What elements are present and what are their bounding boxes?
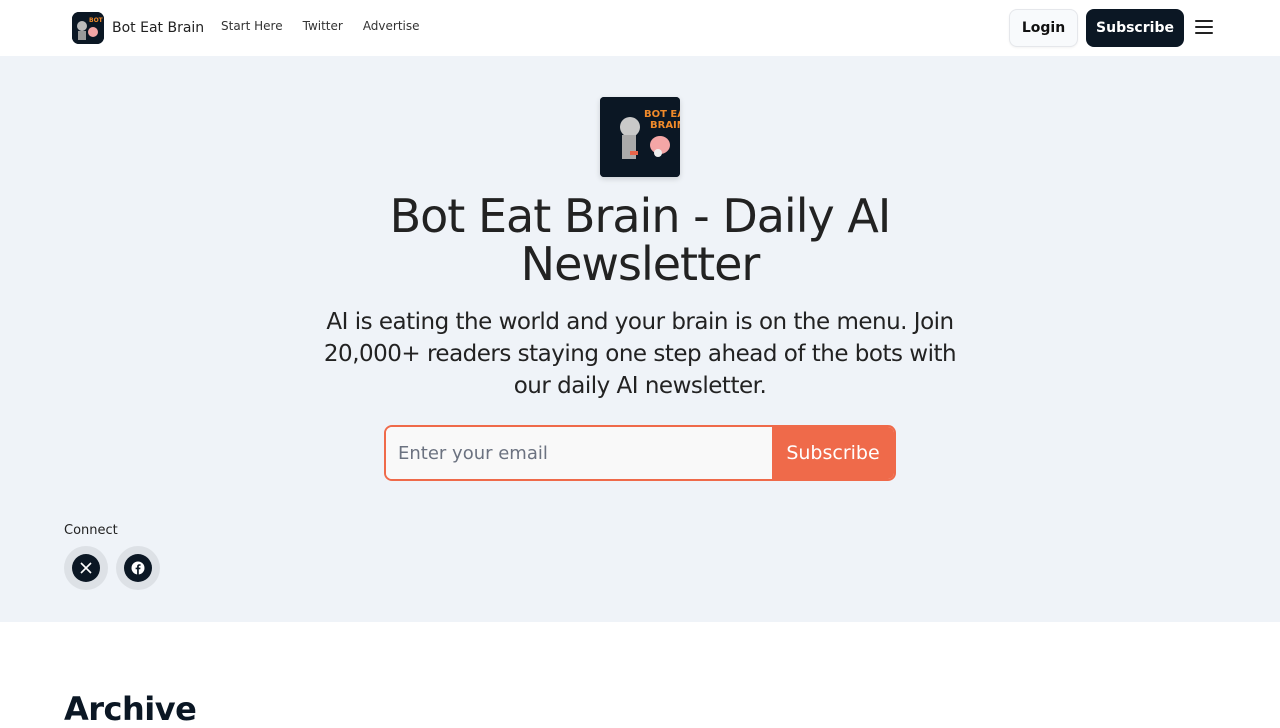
main-nav: Start Here Twitter Advertise bbox=[221, 19, 420, 33]
hero-title: Bot Eat Brain - Daily AI Newsletter bbox=[389, 189, 892, 291]
subscribe-button[interactable]: Subscribe bbox=[772, 427, 894, 479]
nav-link-advertise[interactable]: Advertise bbox=[363, 19, 420, 33]
svg-text:BRAIN: BRAIN bbox=[650, 120, 680, 131]
email-signup-form: Subscribe bbox=[384, 425, 896, 481]
header-subscribe-button[interactable]: Subscribe bbox=[1086, 9, 1184, 47]
social-links bbox=[64, 546, 160, 590]
social-link-facebook[interactable] bbox=[116, 546, 160, 590]
brand-logo-icon: BOT bbox=[72, 12, 104, 44]
connect-label: Connect bbox=[64, 523, 118, 538]
archive-heading: Archive bbox=[64, 690, 197, 728]
login-button[interactable]: Login bbox=[1009, 9, 1078, 47]
facebook-icon bbox=[124, 554, 152, 582]
svg-text:BOT EAT: BOT EAT bbox=[644, 109, 680, 120]
email-input[interactable] bbox=[386, 427, 772, 479]
hero-section: BOT EAT BRAIN Bot Eat Brain - Daily AI N… bbox=[0, 56, 1280, 622]
nav-link-start-here[interactable]: Start Here bbox=[221, 19, 283, 33]
top-navigation-bar: BOT Bot Eat Brain Start Here Twitter Adv… bbox=[0, 0, 1280, 56]
svg-text:BOT: BOT bbox=[89, 17, 104, 24]
brand-name: Bot Eat Brain bbox=[112, 20, 205, 36]
nav-link-twitter[interactable]: Twitter bbox=[303, 19, 343, 33]
hamburger-menu-icon[interactable] bbox=[1195, 20, 1213, 35]
social-link-x[interactable] bbox=[64, 546, 108, 590]
brand-link[interactable]: BOT Bot Eat Brain bbox=[72, 12, 204, 44]
newsletter-logo-image: BOT EAT BRAIN bbox=[600, 97, 680, 177]
hero-description: AI is eating the world and your brain is… bbox=[323, 309, 957, 399]
x-twitter-icon bbox=[72, 554, 100, 582]
